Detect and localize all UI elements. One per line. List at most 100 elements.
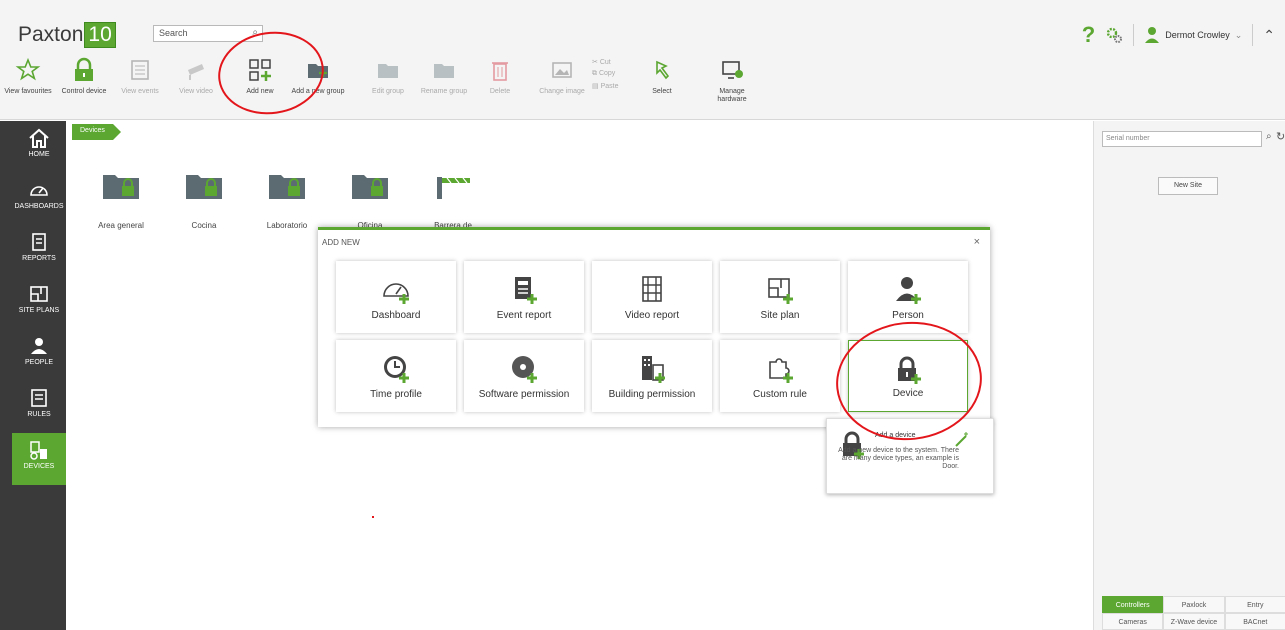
tile-custom-rule[interactable]: Custom rule (720, 340, 840, 412)
nav-edge (0, 121, 12, 630)
control-device-button[interactable]: Control device (56, 56, 112, 95)
sidebar-item-people[interactable]: PEOPLE (12, 329, 66, 381)
tab-bacnet[interactable]: BACnet (1224, 613, 1285, 630)
sidebar-item-devices[interactable]: DEVICES (12, 433, 66, 485)
folder-lock-icon (186, 175, 222, 199)
cut-button[interactable]: ✂ Cut (592, 58, 632, 66)
tile-site-plan[interactable]: Site plan (720, 261, 840, 333)
edit-group-icon (378, 64, 398, 78)
help-icon[interactable]: ? (1082, 22, 1095, 48)
toolbar-label: View favourites (4, 88, 52, 95)
sidebar: HOME DASHBOARDS REPORTS SITE PLANS PEOPL… (12, 121, 66, 630)
toolbar-label: Select (652, 88, 672, 95)
folder-item[interactable]: Area general (86, 169, 156, 230)
site-plan-icon (768, 278, 793, 304)
image-icon (552, 62, 572, 78)
folder-lock-icon (269, 175, 305, 199)
copy-button[interactable]: ⧉ Copy (592, 70, 632, 78)
folder-lock-icon (103, 175, 139, 199)
toolbar-label: Edit group (372, 88, 404, 95)
cut-label: Cut (599, 59, 611, 66)
select-button[interactable]: Select (634, 56, 690, 95)
user-menu[interactable]: Dermot Crowley ⌄ (1144, 26, 1242, 44)
people-icon (31, 338, 47, 354)
serial-number-input[interactable]: Serial number (1102, 131, 1262, 147)
sidebar-label: SITE PLANS (18, 307, 60, 314)
rename-group-icon (434, 64, 454, 78)
app-version: 10 (84, 22, 116, 48)
tab-entry[interactable]: Entry (1224, 596, 1285, 613)
sidebar-label: DEVICES (23, 463, 55, 470)
video-report-icon (642, 276, 662, 302)
delete-button[interactable]: Delete (472, 56, 528, 95)
paste-button[interactable]: ▤ Paste (592, 82, 632, 90)
select-icon (656, 60, 670, 80)
wizard-wand-icon[interactable] (953, 431, 971, 449)
folder-label: Laboratorio (266, 221, 308, 230)
folder-lock-icon (352, 175, 388, 199)
site-plans-icon (30, 286, 48, 302)
close-icon[interactable]: × (974, 236, 980, 248)
tile-event-report[interactable]: Event report (464, 261, 584, 333)
tab-paxlock[interactable]: Paxlock (1163, 596, 1225, 613)
tile-time-profile[interactable]: Time profile (336, 340, 456, 412)
tab-cameras[interactable]: Cameras (1102, 613, 1164, 630)
dashboard-icon (383, 283, 409, 304)
folder-item[interactable]: Oficina (335, 169, 405, 230)
tile-label: Person (892, 310, 924, 321)
paste-icon: ▤ (592, 83, 599, 90)
toolbar-label: View video (179, 88, 213, 95)
tile-building-permission[interactable]: Building permission (592, 340, 712, 412)
search-placeholder: Search (159, 28, 188, 38)
app-name: Paxton (18, 23, 84, 46)
star-icon (15, 57, 41, 81)
clipboard-group: ✂ Cut ⧉ Copy ▤ Paste (592, 56, 632, 90)
sidebar-item-dashboards[interactable]: DASHBOARDS (12, 173, 66, 225)
folder-item[interactable]: Laboratorio (252, 169, 322, 230)
barrier-icon (437, 177, 470, 199)
sidebar-item-reports[interactable]: REPORTS (12, 225, 66, 277)
padlock-icon (75, 57, 93, 81)
devices-icon (30, 441, 47, 460)
settings-gear-icon[interactable] (1105, 26, 1123, 44)
toolbar-label: Manage hardware (717, 88, 747, 103)
sidebar-item-site-plans[interactable]: SITE PLANS (12, 277, 66, 329)
tile-label: Event report (496, 310, 552, 321)
breadcrumb[interactable]: Devices (72, 124, 121, 140)
copy-icon: ⧉ (592, 70, 597, 77)
rename-group-button[interactable]: Rename group (416, 56, 472, 95)
toolbar-label: Rename group (420, 88, 468, 95)
view-favourites-button[interactable]: View favourites (0, 56, 56, 95)
person-icon (896, 277, 921, 304)
building-icon (642, 356, 665, 383)
tab-z-wave-device[interactable]: Z-Wave device (1163, 613, 1225, 630)
tab-row: Controllers Paxlock Entry (1102, 596, 1285, 613)
sidebar-item-home[interactable]: HOME (12, 121, 66, 173)
new-site-button[interactable]: New Site (1158, 177, 1218, 195)
separator (1133, 24, 1135, 46)
view-video-button[interactable]: View video (168, 56, 224, 95)
tile-label: Site plan (760, 310, 800, 321)
tile-dashboard[interactable]: Dashboard (336, 261, 456, 333)
tile-video-report[interactable]: Video report (592, 261, 712, 333)
folder-item[interactable]: Cocina (169, 169, 239, 230)
reports-icon (32, 233, 46, 251)
serial-placeholder: Serial number (1106, 135, 1150, 142)
tooltip-description: Add a new device to the system. There ar… (838, 447, 959, 470)
search-icon[interactable]: ⌕ (1266, 131, 1272, 142)
folder-item[interactable]: Barrera de (418, 169, 488, 230)
collapse-ribbon-icon[interactable]: ⌃ (1263, 27, 1275, 44)
chevron-down-icon: ⌄ (1234, 29, 1243, 40)
refresh-icon[interactable]: ↻ (1276, 130, 1285, 143)
tile-software-permission[interactable]: Software permission (464, 340, 584, 412)
manage-hardware-button[interactable]: Manage hardware (697, 56, 767, 104)
sidebar-item-rules[interactable]: RULES (12, 381, 66, 433)
dialog-title: ADD NEW (322, 238, 360, 247)
view-events-button[interactable]: View events (112, 56, 168, 95)
edit-group-button[interactable]: Edit group (360, 56, 416, 95)
app-window: Paxton 10 Search ⌕ View favourites Contro… (0, 0, 1285, 630)
tab-controllers[interactable]: Controllers (1102, 596, 1164, 613)
trash-icon (492, 62, 508, 81)
copy-label: Copy (598, 70, 616, 77)
change-image-button[interactable]: Change image (534, 56, 590, 95)
